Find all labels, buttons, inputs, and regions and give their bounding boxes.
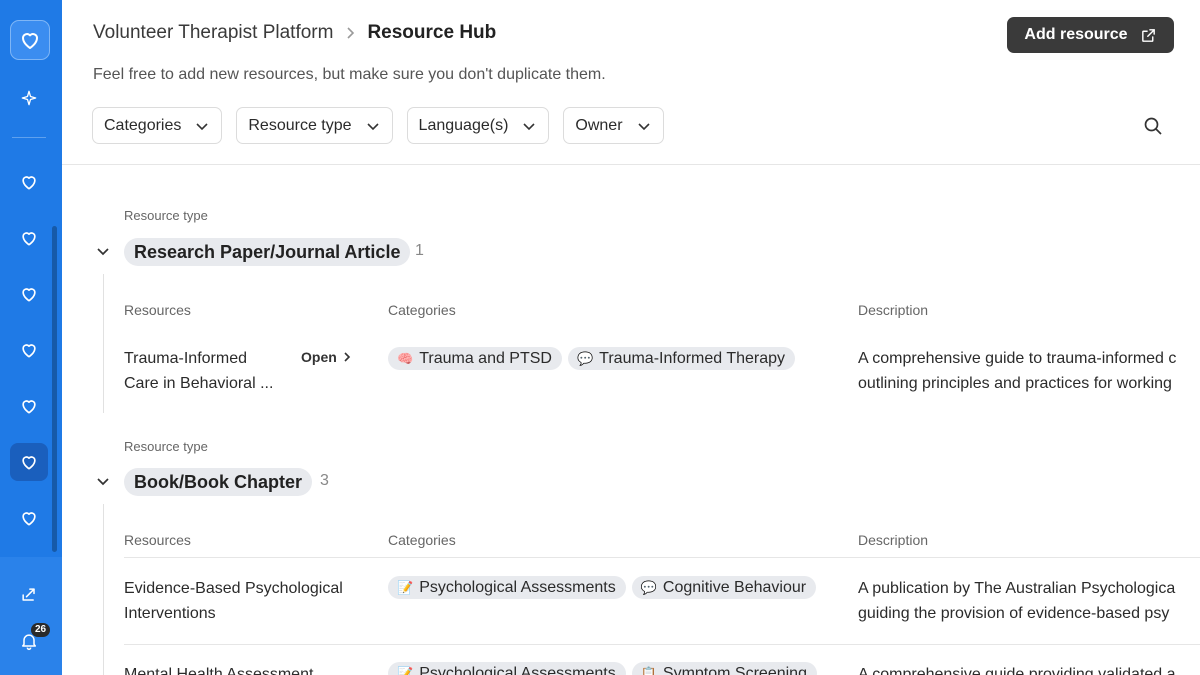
filter-label: Resource type	[248, 116, 352, 134]
sparkle-icon[interactable]	[10, 79, 48, 117]
notification-badge: 26	[31, 623, 51, 637]
sidebar-item-heart-icon[interactable]	[10, 163, 48, 201]
resource-name-line: Care in Behavioral ...	[124, 375, 274, 392]
group-count: 3	[320, 472, 329, 489]
column-header-categories: Categories	[388, 302, 456, 318]
open-label: Open	[301, 349, 337, 365]
breadcrumb: Volunteer Therapist Platform Resource Hu…	[93, 22, 496, 44]
description-line: A comprehensive guide providing validate…	[858, 666, 1176, 675]
column-header-resources: Resources	[124, 302, 191, 318]
categories-filter[interactable]: Categories	[92, 107, 223, 144]
sidebar-item-heart-icon[interactable]	[10, 331, 48, 369]
sidebar-divider	[12, 137, 46, 138]
resource-name-line: Interventions	[124, 605, 216, 622]
brain-icon: 🧠	[397, 350, 414, 366]
group-name-pill: Book/Book Chapter	[124, 468, 313, 496]
description-line: guiding the provision of evidence-based …	[858, 605, 1170, 622]
speech-bubble-icon: 💬	[640, 579, 657, 595]
group-label: Resource type	[124, 439, 208, 454]
resource-description: A comprehensive guide to trauma-informed…	[858, 346, 1200, 396]
category-tag[interactable]: 💬 Cognitive Behaviour	[631, 576, 817, 599]
speech-bubble-icon: 💬	[576, 350, 594, 366]
chevron-right-icon	[345, 26, 355, 40]
chevron-right-icon	[344, 352, 350, 362]
sidebar-item-heart-icon[interactable]	[10, 219, 48, 257]
chevron-down-icon	[366, 122, 379, 130]
group-name-pill: Research Paper/Journal Article	[124, 238, 411, 266]
resource-name-line: Mental Health Assessment	[124, 666, 314, 675]
category-tag[interactable]: 💬 Trauma-Informed Therapy	[567, 347, 796, 370]
chevron-down-icon[interactable]	[95, 243, 111, 259]
category-label: Cognitive Behaviour	[662, 578, 807, 596]
page-subtitle: Feel free to add new resources, but make…	[93, 66, 606, 83]
page-title: Resource Hub	[367, 22, 497, 43]
add-resource-button[interactable]: Add resource	[1007, 17, 1174, 53]
category-label: Psychological Assessments	[419, 664, 616, 675]
memo-icon: 📝	[397, 665, 414, 675]
filter-bar: Categories Resource type Language(s) Own…	[92, 107, 664, 144]
category-tag[interactable]: 📝 Psychological Assessments	[388, 576, 626, 599]
row-divider	[124, 557, 1200, 558]
chevron-down-icon	[196, 122, 208, 130]
category-tags: 🧠 Trauma and PTSD 💬 Trauma-Informed Therap…	[388, 347, 834, 377]
sidebar-item-heart-icon[interactable]	[10, 499, 48, 537]
sidebar-scrollbar[interactable]	[52, 226, 57, 552]
resource-name[interactable]: Mental Health Assessment	[124, 662, 374, 675]
group-indent-line	[103, 274, 104, 413]
sidebar-item-heart-icon[interactable]	[10, 275, 48, 313]
column-header-description: Description	[858, 532, 929, 548]
sidebar-item-heart-icon-active[interactable]	[10, 443, 48, 481]
resource-description: A comprehensive guide providing validate…	[858, 662, 1200, 675]
category-tags: 📝 Psychological Assessments 💬 Cognitive Be…	[388, 576, 834, 606]
add-resource-label: Add resource	[1024, 26, 1128, 43]
external-link-icon	[1141, 28, 1155, 42]
description-line: outlining principles and practices for w…	[858, 375, 1172, 392]
row-divider	[124, 644, 1200, 645]
filter-label: Owner	[575, 116, 623, 134]
group-count: 1	[415, 242, 424, 259]
resource-name-line: Trauma-Informed	[124, 350, 247, 367]
resource-name[interactable]: Trauma-Informed Care in Behavioral ...	[124, 346, 294, 396]
memo-icon: 📝	[397, 579, 414, 595]
clipboard-icon: 📋	[640, 665, 657, 675]
column-header-description: Description	[858, 302, 929, 318]
search-icon[interactable]	[1143, 116, 1163, 136]
group-indent-line	[103, 504, 104, 675]
category-tag[interactable]: 📝 Psychological Assessments	[388, 662, 626, 675]
open-button[interactable]: Open	[301, 349, 351, 365]
chevron-down-icon[interactable]	[95, 473, 111, 489]
resource-type-filter[interactable]: Resource type	[236, 107, 393, 144]
column-header-resources: Resources	[124, 532, 191, 548]
filter-label: Categories	[104, 116, 182, 134]
category-tags: 📝 Psychological Assessments 📋 Symptom Scre…	[388, 662, 834, 675]
filter-label: Language(s)	[418, 116, 509, 134]
breadcrumb-root[interactable]: Volunteer Therapist Platform	[93, 22, 333, 44]
sidebar: 26	[0, 0, 62, 675]
owner-filter[interactable]: Owner	[563, 107, 664, 144]
languages-filter[interactable]: Language(s)	[406, 107, 550, 144]
app-logo-heart-icon[interactable]	[10, 20, 50, 60]
chevron-down-icon	[523, 122, 535, 130]
column-header-categories: Categories	[388, 532, 456, 548]
category-label: Psychological Assessments	[419, 578, 616, 596]
resource-description: A publication by The Australian Psycholo…	[858, 576, 1200, 626]
resource-name-line: Evidence-Based Psychological	[124, 580, 343, 597]
category-label: Trauma-Informed Therapy	[599, 349, 786, 367]
sidebar-item-heart-icon[interactable]	[10, 387, 48, 425]
category-label: Symptom Screening	[662, 664, 807, 675]
category-label: Trauma and PTSD	[419, 349, 552, 367]
description-line: A publication by The Australian Psycholo…	[858, 580, 1176, 597]
description-line: A comprehensive guide to trauma-informed…	[858, 350, 1177, 367]
category-tag[interactable]: 🧠 Trauma and PTSD	[388, 347, 562, 370]
group-label: Resource type	[124, 208, 208, 223]
chevron-down-icon	[637, 122, 650, 130]
category-tag[interactable]: 📋 Symptom Screening	[631, 662, 817, 675]
resource-name[interactable]: Evidence-Based Psychological Interventio…	[124, 576, 374, 626]
share-icon[interactable]	[10, 576, 48, 614]
header-divider	[62, 164, 1200, 165]
